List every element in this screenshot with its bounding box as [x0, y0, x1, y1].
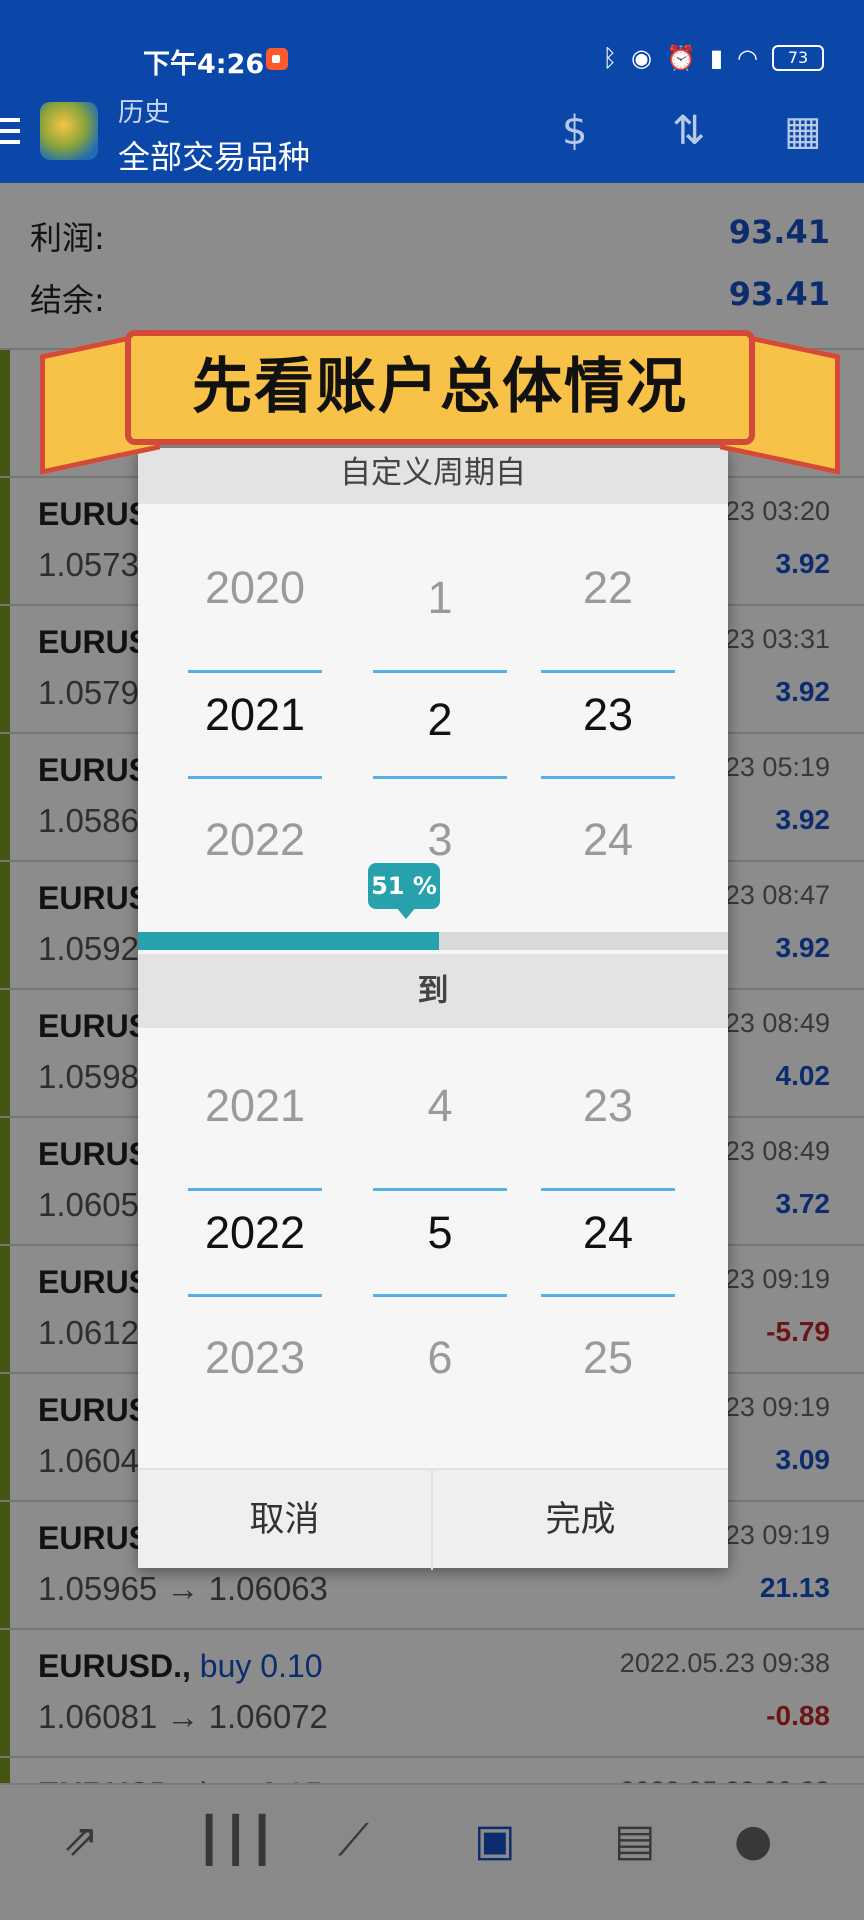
to-month-column[interactable]: 4 5 6: [373, 1076, 507, 1456]
app-subtitle: 历史: [118, 98, 171, 128]
from-year-prev[interactable]: 2020: [188, 558, 322, 618]
from-month-next[interactable]: 3: [373, 810, 507, 870]
picker-line: [373, 1294, 507, 1297]
picker-line: [373, 776, 507, 779]
picker-line: [188, 776, 322, 779]
to-day-prev[interactable]: 23: [541, 1076, 675, 1136]
to-month-next[interactable]: 6: [373, 1328, 507, 1388]
picker-line: [541, 776, 675, 779]
picker-line: [541, 1294, 675, 1297]
screen-record-icon: [266, 48, 288, 70]
to-year-column[interactable]: 2021 2022 2023: [188, 1076, 322, 1456]
picker-line: [188, 1188, 322, 1191]
progress-fill: [138, 932, 439, 950]
battery-icon: 73: [772, 45, 824, 71]
app-title[interactable]: 全部交易品种: [118, 132, 310, 178]
picker-line: [188, 1294, 322, 1297]
from-day-selected[interactable]: 23: [541, 685, 675, 745]
top-bar: 下午4:26 ᛒ ◉ ⏰ ▮ ◠ 73 历史 全部交易品种 $ ⇅ ▦: [0, 0, 864, 183]
from-day-prev[interactable]: 22: [541, 558, 675, 618]
to-year-prev[interactable]: 2021: [188, 1076, 322, 1136]
banner-text: 先看账户总体情况: [192, 352, 688, 422]
done-button[interactable]: 完成: [433, 1470, 728, 1570]
bluetooth-icon: ᛒ: [602, 44, 617, 72]
picker-line: [373, 1188, 507, 1191]
to-day-next[interactable]: 25: [541, 1328, 675, 1388]
calendar-icon[interactable]: ▦: [784, 108, 822, 154]
ribbon-main: 先看账户总体情况: [125, 330, 755, 445]
sort-icon[interactable]: ⇅: [672, 108, 706, 154]
picker-line: [541, 670, 675, 673]
hd-signal-icon: ▮: [709, 44, 724, 72]
to-date-picker[interactable]: 2021 2022 2023 4 5 6 23 24 25: [138, 1076, 728, 1456]
to-month-prev[interactable]: 4: [373, 1076, 507, 1136]
toggle-icon: ◉: [630, 44, 652, 72]
picker-line: [541, 1188, 675, 1191]
from-day-column[interactable]: 22 23 24: [541, 558, 675, 938]
alarm-icon: ⏰: [665, 44, 696, 72]
caption-banner: 先看账户总体情况: [30, 322, 850, 482]
status-time: 下午4:26: [143, 49, 265, 80]
from-month-prev[interactable]: 1: [373, 568, 507, 628]
wifi-icon: ◠: [737, 44, 758, 72]
to-day-column[interactable]: 23 24 25: [541, 1076, 675, 1456]
from-month-selected[interactable]: 2: [373, 690, 507, 750]
status-icons: ᛒ ◉ ⏰ ▮ ◠ 73: [603, 44, 824, 72]
to-header: 到: [138, 954, 728, 1028]
progress-bar: [138, 932, 728, 950]
picker-line: [373, 670, 507, 673]
picker-line: [188, 670, 322, 673]
cancel-button[interactable]: 取消: [138, 1470, 433, 1570]
dialog-footer: 取消 完成: [138, 1468, 728, 1570]
to-year-selected[interactable]: 2022: [188, 1203, 322, 1263]
to-month-selected[interactable]: 5: [373, 1203, 507, 1263]
custom-period-dialog: 自定义周期自 2020 2021 2022 1 2 3 22 23 24 51 …: [138, 448, 728, 1570]
to-day-selected[interactable]: 24: [541, 1203, 675, 1263]
progress-label: 51 %: [368, 863, 440, 919]
from-year-selected[interactable]: 2021: [188, 685, 322, 745]
from-day-next[interactable]: 24: [541, 810, 675, 870]
to-year-next[interactable]: 2023: [188, 1328, 322, 1388]
currency-exchange-icon[interactable]: $: [562, 108, 587, 154]
app-logo: [40, 102, 98, 160]
from-year-next[interactable]: 2022: [188, 810, 322, 870]
from-year-column[interactable]: 2020 2021 2022: [188, 558, 322, 938]
menu-icon[interactable]: [0, 118, 20, 150]
